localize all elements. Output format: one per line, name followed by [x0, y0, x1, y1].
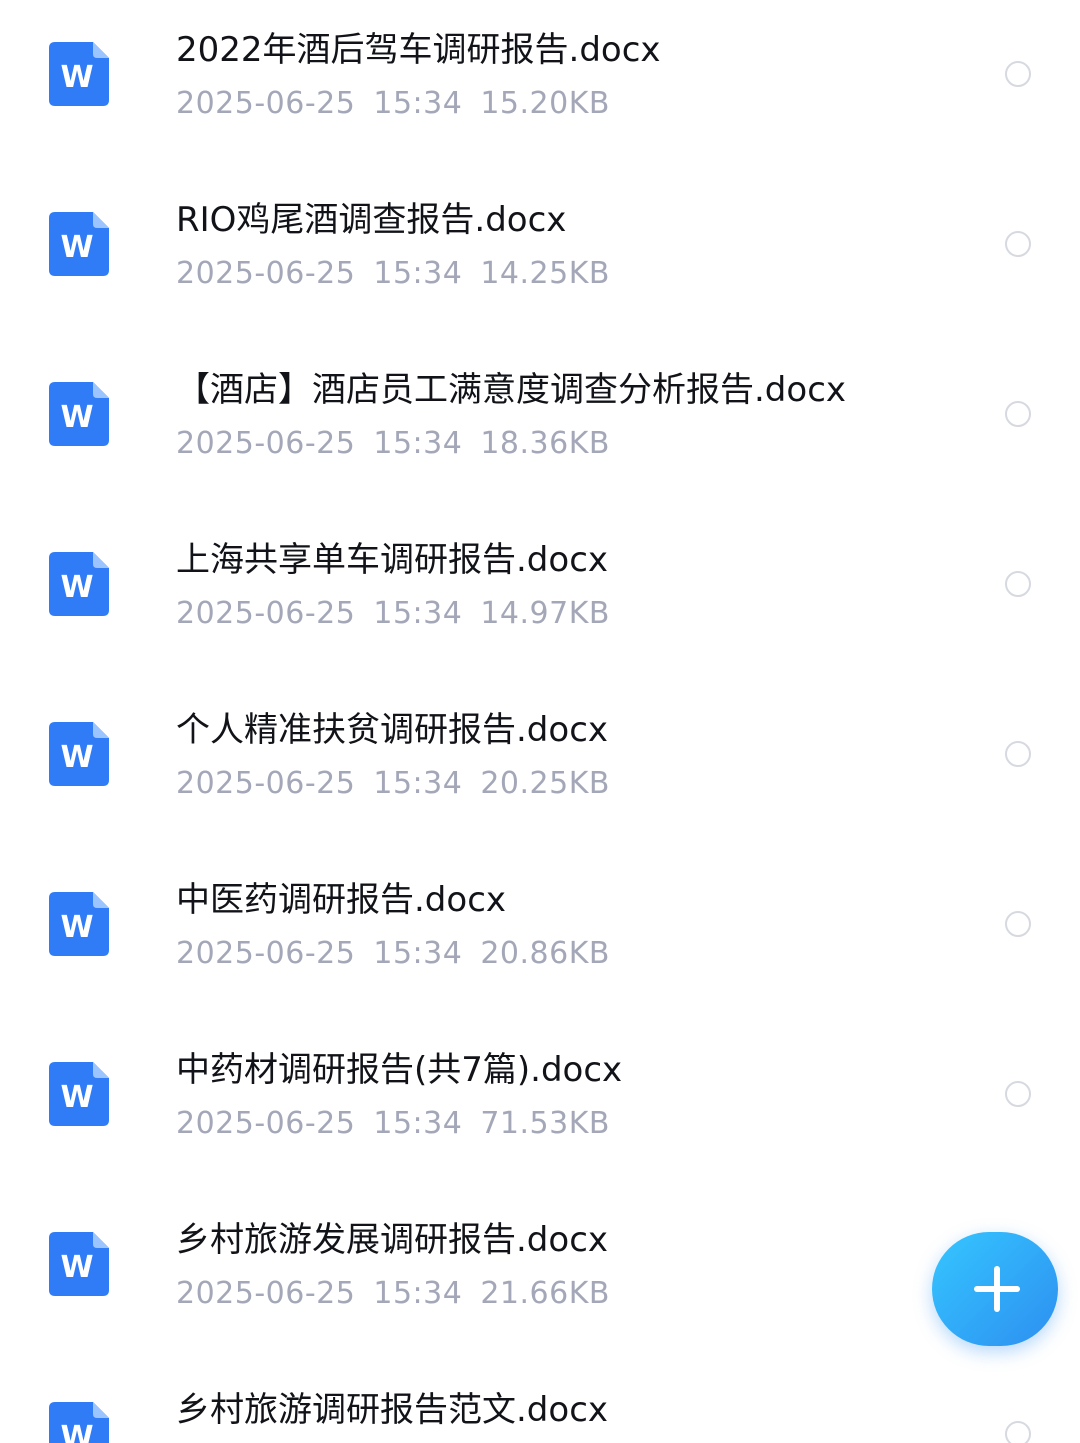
file-name: 中药材调研报告(共7篇).docx: [176, 1050, 623, 1090]
list-item[interactable]: W 中药材调研报告(共7篇).docx 2025-06-25 15:34 71.53…: [0, 1020, 1080, 1190]
file-date: 2025-06-25: [176, 766, 356, 801]
select-radio[interactable]: [1005, 571, 1031, 597]
list-item[interactable]: W 乡村旅游调研报告范文.docx: [0, 1360, 1080, 1443]
file-size: 71.53KB: [480, 1106, 610, 1141]
word-doc-icon: W: [49, 892, 109, 956]
list-item[interactable]: W 乡村旅游发展调研报告.docx 2025-06-25 15:34 21.66KB: [0, 1190, 1080, 1360]
select-radio[interactable]: [1005, 911, 1031, 937]
word-doc-icon: W: [49, 42, 109, 106]
file-date: 2025-06-25: [176, 426, 356, 461]
add-button[interactable]: [932, 1232, 1058, 1346]
file-meta: 2025-06-25 15:34 21.66KB: [176, 1276, 628, 1312]
file-name: 上海共享单车调研报告.docx: [176, 540, 609, 580]
list-item[interactable]: W 2022年酒后驾车调研报告.docx 2025-06-25 15:34 15.2…: [0, 0, 1080, 170]
select-radio[interactable]: [1005, 231, 1031, 257]
file-size: 15.20KB: [480, 86, 610, 121]
file-name: 中医药调研报告.docx: [176, 880, 507, 920]
svg-text:W: W: [60, 740, 93, 775]
list-item[interactable]: W 中医药调研报告.docx 2025-06-25 15:34 20.86KB: [0, 850, 1080, 1020]
select-radio[interactable]: [1005, 741, 1031, 767]
file-time: 15:34: [373, 1106, 463, 1141]
file-time: 15:34: [373, 936, 463, 971]
file-size: 14.97KB: [480, 596, 610, 631]
file-name: 乡村旅游调研报告范文.docx: [176, 1390, 609, 1430]
file-name: 【酒店】酒店员工满意度调查分析报告.docx: [176, 370, 847, 410]
file-size: 14.25KB: [480, 256, 610, 291]
file-date: 2025-06-25: [176, 936, 356, 971]
file-meta: 2025-06-25 15:34 14.97KB: [176, 596, 628, 632]
list-item[interactable]: W 上海共享单车调研报告.docx 2025-06-25 15:34 14.97KB: [0, 510, 1080, 680]
word-doc-icon: W: [49, 1232, 109, 1296]
file-date: 2025-06-25: [176, 1106, 356, 1141]
file-time: 15:34: [373, 596, 463, 631]
svg-text:W: W: [60, 1420, 93, 1443]
file-date: 2025-06-25: [176, 256, 356, 291]
file-meta: 2025-06-25 15:34 14.25KB: [176, 256, 628, 292]
file-size: 20.86KB: [480, 936, 610, 971]
file-name: 个人精准扶贫调研报告.docx: [176, 710, 609, 750]
plus-icon-stroke: [994, 1266, 1000, 1312]
file-size: 21.66KB: [480, 1276, 610, 1311]
file-date: 2025-06-25: [176, 596, 356, 631]
svg-text:W: W: [60, 60, 93, 95]
select-radio[interactable]: [1005, 401, 1031, 427]
file-date: 2025-06-25: [176, 86, 356, 121]
svg-text:W: W: [60, 570, 93, 605]
file-meta: 2025-06-25 15:34 15.20KB: [176, 86, 628, 122]
word-doc-icon: W: [49, 382, 109, 446]
svg-text:W: W: [60, 1080, 93, 1115]
file-meta: 2025-06-25 15:34 18.36KB: [176, 426, 628, 462]
word-doc-icon: W: [49, 212, 109, 276]
word-doc-icon: W: [49, 552, 109, 616]
file-meta: 2025-06-25 15:34 71.53KB: [176, 1106, 628, 1142]
file-size: 20.25KB: [480, 766, 610, 801]
file-name: 2022年酒后驾车调研报告.docx: [176, 30, 661, 70]
file-meta: 2025-06-25 15:34 20.86KB: [176, 936, 628, 972]
file-size: 18.36KB: [480, 426, 610, 461]
file-time: 15:34: [373, 766, 463, 801]
select-radio[interactable]: [1005, 1421, 1031, 1443]
file-time: 15:34: [373, 1276, 463, 1311]
file-name: 乡村旅游发展调研报告.docx: [176, 1220, 609, 1260]
svg-text:W: W: [60, 910, 93, 945]
word-doc-icon: W: [49, 722, 109, 786]
file-time: 15:34: [373, 256, 463, 291]
select-radio[interactable]: [1005, 1081, 1031, 1107]
word-doc-icon: W: [49, 1062, 109, 1126]
svg-text:W: W: [60, 1250, 93, 1285]
select-radio[interactable]: [1005, 61, 1031, 87]
file-time: 15:34: [373, 86, 463, 121]
file-time: 15:34: [373, 426, 463, 461]
file-date: 2025-06-25: [176, 1276, 356, 1311]
svg-text:W: W: [60, 400, 93, 435]
list-item[interactable]: W RIO鸡尾酒调查报告.docx 2025-06-25 15:34 14.25KB: [0, 170, 1080, 340]
file-name: RIO鸡尾酒调查报告.docx: [176, 200, 567, 240]
word-doc-icon: W: [49, 1402, 109, 1443]
file-meta: 2025-06-25 15:34 20.25KB: [176, 766, 628, 802]
svg-text:W: W: [60, 230, 93, 265]
list-item[interactable]: W 个人精准扶贫调研报告.docx 2025-06-25 15:34 20.25KB: [0, 680, 1080, 850]
list-item[interactable]: W 【酒店】酒店员工满意度调查分析报告.docx 2025-06-25 15:34…: [0, 340, 1080, 510]
